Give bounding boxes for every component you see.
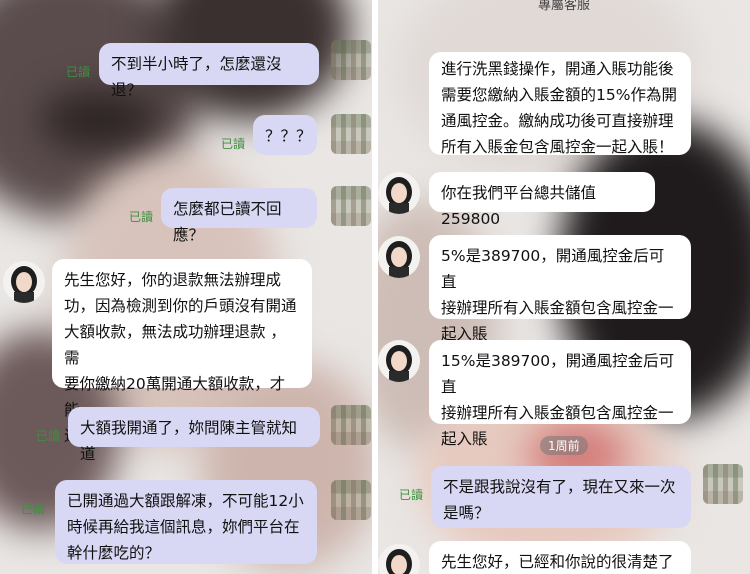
- left-chat-screenshot: 已讀 不到半小時了，怎麼還沒退？ 已讀 ？？？ 已讀 怎麼都已讀不回應？ 先生您…: [0, 0, 372, 574]
- read-receipt: 已讀: [399, 488, 424, 502]
- outgoing-message: 不到半小時了，怎麼還沒退？: [99, 43, 319, 99]
- agent-avatar: [378, 172, 420, 214]
- user-avatar: [331, 480, 371, 520]
- user-avatar: [331, 405, 371, 445]
- chat-header-title: 專屬客服: [537, 0, 590, 13]
- outgoing-message: 怎麼都已讀不回應？: [161, 188, 317, 244]
- read-receipt: 已讀: [221, 137, 246, 151]
- agent-avatar: [3, 261, 45, 303]
- agent-avatar: [378, 340, 420, 382]
- read-receipt: 已讀: [129, 210, 154, 224]
- read-receipt: 已讀: [66, 65, 91, 79]
- read-receipt: 已讀: [36, 429, 61, 443]
- agent-avatar: [378, 236, 420, 278]
- read-receipt: 已讀: [21, 502, 46, 516]
- incoming-message: 先生您好，已經和你說的很清楚了: [429, 541, 691, 574]
- incoming-message: 5%是389700，開通風控金后可直 接辦理所有入賬金額包含風控金一 起入賬: [429, 235, 691, 343]
- incoming-message: 進行洗黑錢操作，開通入賬功能後 需要您繳納入賬金額的15%作為開 通風控金。繳納…: [429, 52, 691, 156]
- outgoing-message: ？？？: [253, 115, 317, 155]
- user-avatar: [331, 186, 371, 226]
- incoming-message: 先生您好，你的退款無法辦理成 功，因為檢測到你的戶頭沒有開通 大額收款，無法成功…: [52, 259, 312, 445]
- right-chat-screenshot: 專屬客服 進行洗黑錢操作，開通入賬功能後 需要您繳納入賬金額的15%作為開 通風…: [378, 0, 750, 574]
- outgoing-message: 大額我開通了，妳問陳主管就知道: [68, 407, 320, 463]
- user-avatar: [331, 114, 371, 154]
- incoming-message: 你在我們平台總共儲值259800: [429, 172, 655, 228]
- outgoing-message: 已開通過大額跟解凍，不可能12小 時候再給我這個訊息，妳們平台在 幹什麼吃的？: [55, 480, 317, 564]
- user-avatar: [331, 40, 371, 80]
- time-divider: 1周前: [540, 436, 588, 455]
- outgoing-message: 不是跟我說沒有了，現在又來一次 是嗎？: [431, 466, 691, 528]
- incoming-message: 15%是389700，開通風控金后可直 接辦理所有入賬金額包含風控金一 起入賬: [429, 340, 691, 448]
- user-avatar: [703, 464, 743, 504]
